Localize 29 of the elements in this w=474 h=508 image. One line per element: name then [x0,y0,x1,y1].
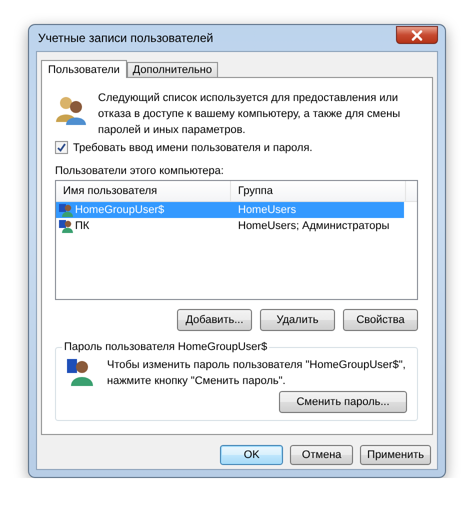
checkbox[interactable] [55,141,68,154]
user-computer-icon [66,357,94,387]
ok-button[interactable]: OK [220,445,284,465]
user-computer-icon [59,203,73,217]
users-icon [55,94,87,126]
properties-button[interactable]: Свойства [343,309,418,331]
delete-button[interactable]: Удалить [260,309,335,331]
list-row[interactable]: ПК HomeUsers; Администраторы [56,218,404,234]
close-icon [410,30,424,40]
group-name: HomeUsers; Администраторы [237,220,390,232]
column-header[interactable]: Группа [231,181,406,201]
tab[interactable]: Дополнительно [126,62,218,77]
password-hint-text: Чтобы изменить пароль пользователя "HomeGroupUser$", нажмите кнопку "Сменить пароль". [107,358,407,389]
apply-button[interactable]: Применить [360,445,431,465]
checkbox-label: Требовать ввод имени пользователя и пароля. [73,142,312,154]
user-name: ПК [75,220,90,232]
add-button[interactable]: Добавить... [177,309,252,331]
user-computer-icon [59,219,73,233]
cancel-button[interactable]: Отмена [290,445,354,465]
tab[interactable]: Пользователи [41,60,127,78]
group-title: Пароль пользователя HomeGroupUser$ [63,341,268,353]
group-name: HomeUsers [237,204,296,216]
column-header[interactable]: Имя пользователя [56,181,231,201]
list-label: Пользователи этого компьютера: [55,165,225,177]
user-name: HomeGroupUser$ [75,204,164,216]
change-password-button[interactable]: Сменить пароль... [279,391,407,413]
description-text: Следующий список используется для предоставления или отказа в доступе к вашему компьютеру, а также для смены паролей и иных параметров. [98,91,402,138]
window-title: Учетные записи пользователей [37,31,214,45]
close-button[interactable] [396,26,438,44]
